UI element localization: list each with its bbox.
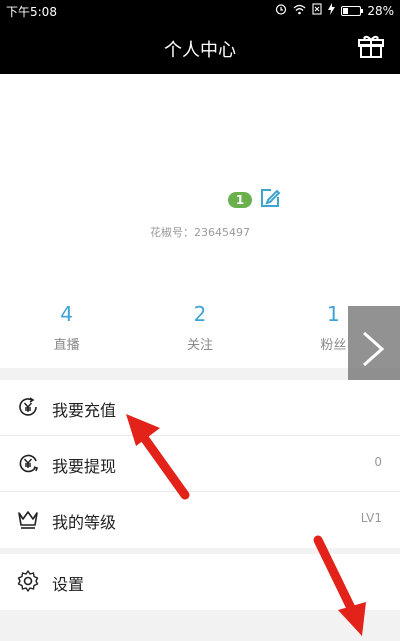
- page-title: 个人中心: [164, 40, 236, 61]
- wallet-menu: 我要充值 我要提现 0 我的等级 LV1: [0, 380, 400, 548]
- menu-item-settings[interactable]: 设置: [0, 554, 400, 610]
- stat-value: 2: [193, 302, 207, 326]
- user-id: 花椒号：23645497: [150, 226, 250, 239]
- status-time: 下午5:08: [6, 5, 57, 19]
- app-header: 个人中心: [0, 20, 400, 74]
- chevron-right-icon: [363, 331, 385, 367]
- menu-item-withdraw[interactable]: 我要提现 0: [0, 436, 400, 492]
- withdraw-value: 0: [374, 455, 382, 469]
- stat-live[interactable]: 4 直播: [0, 290, 133, 368]
- gift-icon[interactable]: [356, 32, 386, 62]
- menu-item-recharge[interactable]: 我要充值: [0, 380, 400, 436]
- gear-icon: [16, 569, 40, 593]
- alarm-icon: [275, 3, 287, 18]
- coin-refresh-icon: [16, 395, 40, 419]
- level-value: LV1: [360, 511, 382, 525]
- charging-icon: [328, 3, 336, 18]
- menu-label: 我要提现: [52, 457, 117, 476]
- stat-following[interactable]: 2 关注: [133, 290, 266, 368]
- crown-icon: [16, 507, 40, 531]
- stat-label: 直播: [53, 338, 80, 353]
- settings-menu: 设置: [0, 554, 400, 610]
- menu-label: 设置: [52, 575, 85, 594]
- profile-card: 1 花椒号：23645497: [0, 74, 400, 290]
- wifi-icon: [293, 4, 306, 18]
- stat-label: 关注: [186, 338, 213, 353]
- battery-icon: [341, 5, 364, 16]
- status-bar: 下午5:08 28%: [0, 0, 400, 20]
- level-badge: 1: [228, 192, 252, 208]
- menu-item-level[interactable]: 我的等级 LV1: [0, 492, 400, 548]
- coin-withdraw-icon: [16, 451, 40, 475]
- no-sim-icon: [312, 3, 322, 18]
- battery-fill: [343, 7, 348, 14]
- stats-row: 4 直播 2 关注 1 粉丝: [0, 290, 400, 368]
- menu-label: 我的等级: [52, 513, 117, 532]
- battery-percent: 28%: [367, 3, 394, 18]
- menu-label: 我要充值: [52, 401, 117, 420]
- edit-icon[interactable]: [259, 187, 281, 209]
- stat-value: 4: [60, 302, 74, 326]
- status-icons: 28%: [275, 3, 394, 18]
